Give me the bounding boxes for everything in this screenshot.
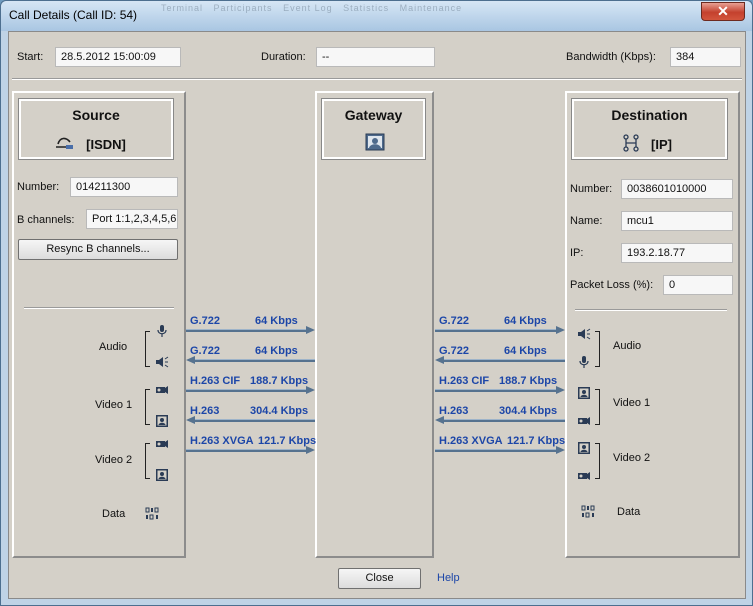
destination-type: [IP] <box>651 137 672 152</box>
ghost-tab: Terminal <box>161 3 204 13</box>
stream-arrow-right <box>435 386 565 395</box>
data-icon <box>581 505 595 518</box>
start-field[interactable]: 28.5.2012 15:00:09 <box>55 47 181 67</box>
window-close-button[interactable]: ✕ <box>701 2 745 21</box>
destination-divider <box>575 309 727 311</box>
destination-ip-field[interactable]: 193.2.18.77 <box>621 243 733 263</box>
monitor-icon <box>156 469 168 481</box>
gateway-icon <box>365 133 385 151</box>
title-bar[interactable]: Call Details (Call ID: 54) Terminal Part… <box>1 1 752 31</box>
source-video2-bracket <box>145 443 150 479</box>
speaker-icon <box>156 356 169 368</box>
source-title: Source <box>72 107 120 123</box>
dialog-client-area: Start: 28.5.2012 15:00:09 Duration: -- B… <box>8 31 746 599</box>
bandwidth-label: Bandwidth (Kbps): <box>566 51 656 63</box>
help-link[interactable]: Help <box>437 572 460 584</box>
source-divider <box>24 307 174 309</box>
source-video1-label: Video 1 <box>95 399 133 411</box>
destination-data-label: Data <box>617 506 641 518</box>
source-data-label: Data <box>102 508 126 520</box>
top-divider <box>12 78 742 80</box>
window-title: Call Details (Call ID: 54) <box>9 8 138 22</box>
camera-icon <box>156 386 168 394</box>
background-tabs: Terminal Participants Event Log Statisti… <box>161 3 461 15</box>
monitor-icon <box>578 387 590 399</box>
destination-number-label: Number: <box>570 183 613 195</box>
stream-arrow-left <box>186 416 315 425</box>
gateway-panel: Gateway <box>315 91 434 558</box>
stream-arrow-right <box>435 326 565 335</box>
stream-arrow-left <box>435 416 565 425</box>
source-audio-label: Audio <box>99 341 128 353</box>
source-audio-bracket <box>145 331 150 367</box>
monitor-icon <box>578 442 590 454</box>
destination-video1-label: Video 1 <box>613 397 651 409</box>
resync-b-channels-button[interactable]: Resync B channels... <box>18 239 178 260</box>
stream-arrow-right <box>186 326 315 335</box>
bandwidth-field[interactable]: 384 <box>670 47 741 67</box>
destination-video2-label: Video 2 <box>613 452 651 464</box>
destination-name-field[interactable]: mcu1 <box>621 211 733 231</box>
source-video2-label: Video 2 <box>95 454 133 466</box>
ghost-tab: Maintenance <box>399 3 463 13</box>
speaker-icon <box>578 328 591 340</box>
stream-arrow-right <box>186 386 315 395</box>
microphone-icon <box>157 325 167 337</box>
duration-field[interactable]: -- <box>316 47 435 67</box>
stream-arrow-right <box>186 446 315 455</box>
close-icon: ✕ <box>717 3 729 19</box>
close-button[interactable]: Close <box>338 568 421 589</box>
ghost-tab: Event Log <box>283 3 333 13</box>
source-video1-bracket <box>145 389 150 425</box>
source-header: Source [ISDN] <box>18 98 174 160</box>
destination-audio-label: Audio <box>613 340 642 352</box>
source-bchannels-field[interactable]: Port 1:1,2,3,4,5,6 <box>86 209 178 229</box>
destination-header: Destination [IP] <box>571 98 728 160</box>
gateway-title: Gateway <box>344 107 403 123</box>
destination-video1-bracket <box>595 389 600 425</box>
monitor-icon <box>156 415 168 427</box>
source-type: [ISDN] <box>86 137 126 152</box>
destination-ip-label: IP: <box>570 247 584 259</box>
stream-arrow-left <box>186 356 315 365</box>
camera-icon <box>578 472 590 480</box>
data-icon <box>145 507 159 520</box>
destination-video2-bracket <box>595 443 600 479</box>
source-bchannels-label: B channels: <box>17 214 75 226</box>
source-panel: Source [ISDN] Number: 014211300 B channe… <box>12 91 186 558</box>
duration-label: Duration: <box>261 51 306 63</box>
source-number-field[interactable]: 014211300 <box>70 177 178 197</box>
microphone-icon <box>579 356 589 368</box>
call-details-window: Call Details (Call ID: 54) Terminal Part… <box>0 0 753 606</box>
camera-icon <box>156 440 168 448</box>
start-label: Start: <box>17 51 44 63</box>
destination-audio-bracket <box>595 331 600 367</box>
camera-icon <box>578 417 590 425</box>
ghost-tab: Statistics <box>343 3 390 13</box>
ghost-tab: Participants <box>213 3 273 13</box>
destination-packet-loss-label: Packet Loss (%): <box>570 279 654 291</box>
destination-title: Destination <box>611 107 688 123</box>
destination-name-label: Name: <box>570 215 603 227</box>
destination-number-field[interactable]: 0038601010000 <box>621 179 733 199</box>
gateway-header: Gateway <box>321 98 426 160</box>
source-number-label: Number: <box>17 181 60 193</box>
destination-packet-loss-field[interactable]: 0 <box>663 275 733 295</box>
stream-arrow-right <box>435 446 565 455</box>
destination-panel: Destination [IP] Number: 0038601010000 N… <box>565 91 740 558</box>
stream-arrow-left <box>435 356 565 365</box>
